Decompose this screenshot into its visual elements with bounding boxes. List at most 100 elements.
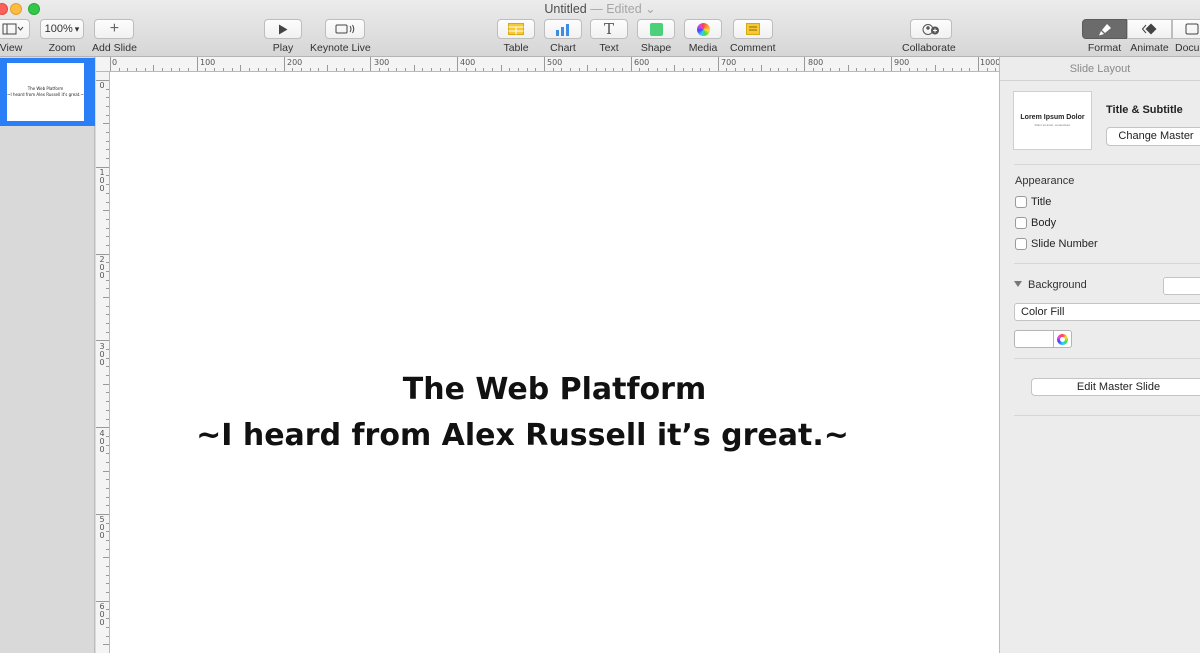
zoom-control[interactable]: 100% ▾ Zoom [40, 19, 84, 54]
window-title: Untitled — Edited ⌄ [0, 1, 1200, 16]
keynote-live-control[interactable]: Keynote Live [310, 19, 371, 54]
master-slide-preview[interactable]: Lorem Ipsum Dolor Dolor sit amet, consec… [1013, 91, 1092, 150]
comment-control[interactable]: Comment [730, 19, 776, 54]
format-control[interactable]: Format [1082, 19, 1127, 54]
divider [1014, 358, 1200, 359]
slide-subtitle[interactable]: ~I heard from Alex Russell it’s great.~ [110, 418, 999, 453]
ruler-tick [483, 68, 485, 71]
document-control[interactable]: Docu [1172, 19, 1200, 54]
shape-control[interactable]: Shape [637, 19, 675, 54]
ruler-tick [361, 68, 363, 71]
keynote-live-button[interactable] [325, 19, 366, 39]
ruler-tick [106, 540, 109, 542]
ruler-tick [552, 68, 554, 71]
ruler-tick [969, 68, 971, 71]
play-control[interactable]: Play [264, 19, 302, 54]
collaborate-button[interactable] [910, 19, 953, 39]
ruler-tick [431, 68, 433, 71]
ruler-tick [882, 68, 884, 71]
play-button[interactable] [264, 19, 302, 39]
slide-title[interactable]: The Web Platform [110, 372, 999, 407]
horizontal-ruler: 0 100 200 300 400 500 600 700 800 900 10… [96, 57, 999, 72]
slide-number-checkbox[interactable] [1015, 238, 1027, 250]
vertical-ruler: 0 100 200 300 400 500 600 [96, 72, 110, 653]
document-name: Untitled [544, 2, 587, 16]
edit-master-slide-button[interactable]: Edit Master Slide [1031, 378, 1200, 396]
document-button[interactable] [1172, 19, 1200, 39]
add-slide-button[interactable]: + [94, 19, 135, 39]
animate-control[interactable]: Animate [1127, 19, 1172, 54]
ruler-tick [865, 68, 867, 71]
chart-button[interactable] [544, 19, 582, 39]
collaborate-control[interactable]: Collaborate [902, 19, 956, 54]
selected-slide-highlight[interactable]: The Web Platform ~I heard from Alex Russ… [0, 58, 95, 126]
table-control[interactable]: Table [497, 19, 535, 54]
body-checkbox[interactable] [1015, 217, 1027, 229]
comment-button[interactable] [732, 19, 773, 39]
ruler-tick [106, 375, 109, 377]
ruler-tick [387, 68, 389, 71]
ruler-tick [106, 244, 109, 246]
fill-type-popup[interactable]: Color Fill [1014, 303, 1200, 321]
ruler-tick [106, 574, 109, 576]
ruler-tick [274, 68, 276, 71]
view-button[interactable] [0, 19, 30, 39]
ruler-tick [153, 65, 155, 71]
ruler-tick [240, 65, 242, 71]
add-slide-control[interactable]: + Add Slide [92, 19, 137, 54]
table-button[interactable] [497, 19, 535, 39]
toolbar: Untitled — Edited ⌄ View 100% ▾ Zoom + A… [0, 0, 1200, 57]
ruler-tick [813, 68, 815, 71]
view-label: View [0, 42, 23, 54]
media-control[interactable]: Media [684, 19, 722, 54]
ruler-tick [986, 68, 988, 71]
document-label: Docu [1175, 42, 1200, 54]
ruler-tick [535, 68, 537, 71]
view-control[interactable]: View [0, 19, 30, 54]
background-color-well[interactable] [1163, 277, 1200, 295]
shape-button[interactable] [637, 19, 675, 39]
ruler-tick [106, 618, 109, 620]
zoom-popup[interactable]: 100% ▾ [40, 19, 84, 39]
media-button[interactable] [684, 19, 722, 39]
ruler-tick [856, 68, 858, 71]
ruler-tick [266, 68, 268, 71]
ruler-tick [106, 323, 109, 325]
ruler-tick [179, 68, 181, 71]
color-wheel-button[interactable] [1054, 330, 1072, 348]
ruler-tick [106, 418, 109, 420]
animate-button[interactable] [1127, 19, 1172, 39]
chevron-down-icon[interactable]: ⌄ [645, 2, 655, 16]
ruler-tick [106, 132, 109, 134]
title-checkbox[interactable] [1015, 196, 1027, 208]
ruler-tick [106, 236, 109, 238]
format-button[interactable] [1082, 19, 1127, 39]
ruler-tick [769, 68, 771, 71]
comment-icon [745, 23, 760, 35]
ruler-mark: 200 [287, 58, 303, 67]
ruler-tick [222, 68, 224, 71]
ruler-tick [106, 331, 109, 333]
ruler-tick [457, 57, 459, 71]
slide-canvas[interactable]: The Web Platform ~I heard from Alex Russ… [110, 72, 999, 653]
ruler-tick [106, 592, 109, 594]
animate-diamond-icon [1141, 23, 1156, 35]
ruler-tick [587, 65, 589, 71]
ruler-tick [106, 409, 109, 411]
ruler-tick [596, 68, 598, 71]
text-button[interactable]: T [590, 19, 628, 39]
slide-navigator[interactable]: The Web Platform ~I heard from Alex Russ… [0, 57, 95, 653]
ruler-tick [106, 522, 109, 524]
ruler-mark: 600 [634, 58, 650, 67]
text-icon: T [603, 20, 614, 38]
change-master-button[interactable]: Change Master [1106, 127, 1200, 146]
slide-number-checkbox-label: Slide Number [1031, 238, 1098, 250]
ruler-tick [908, 68, 910, 71]
ruler-tick [978, 57, 979, 71]
slide-thumbnail[interactable]: The Web Platform ~I heard from Alex Russ… [7, 63, 84, 121]
chart-control[interactable]: Chart [544, 19, 582, 54]
color-swatch[interactable] [1014, 330, 1054, 348]
disclosure-triangle-icon[interactable] [1014, 281, 1022, 287]
ruler-tick [106, 444, 109, 446]
text-control[interactable]: T Text [590, 19, 628, 54]
